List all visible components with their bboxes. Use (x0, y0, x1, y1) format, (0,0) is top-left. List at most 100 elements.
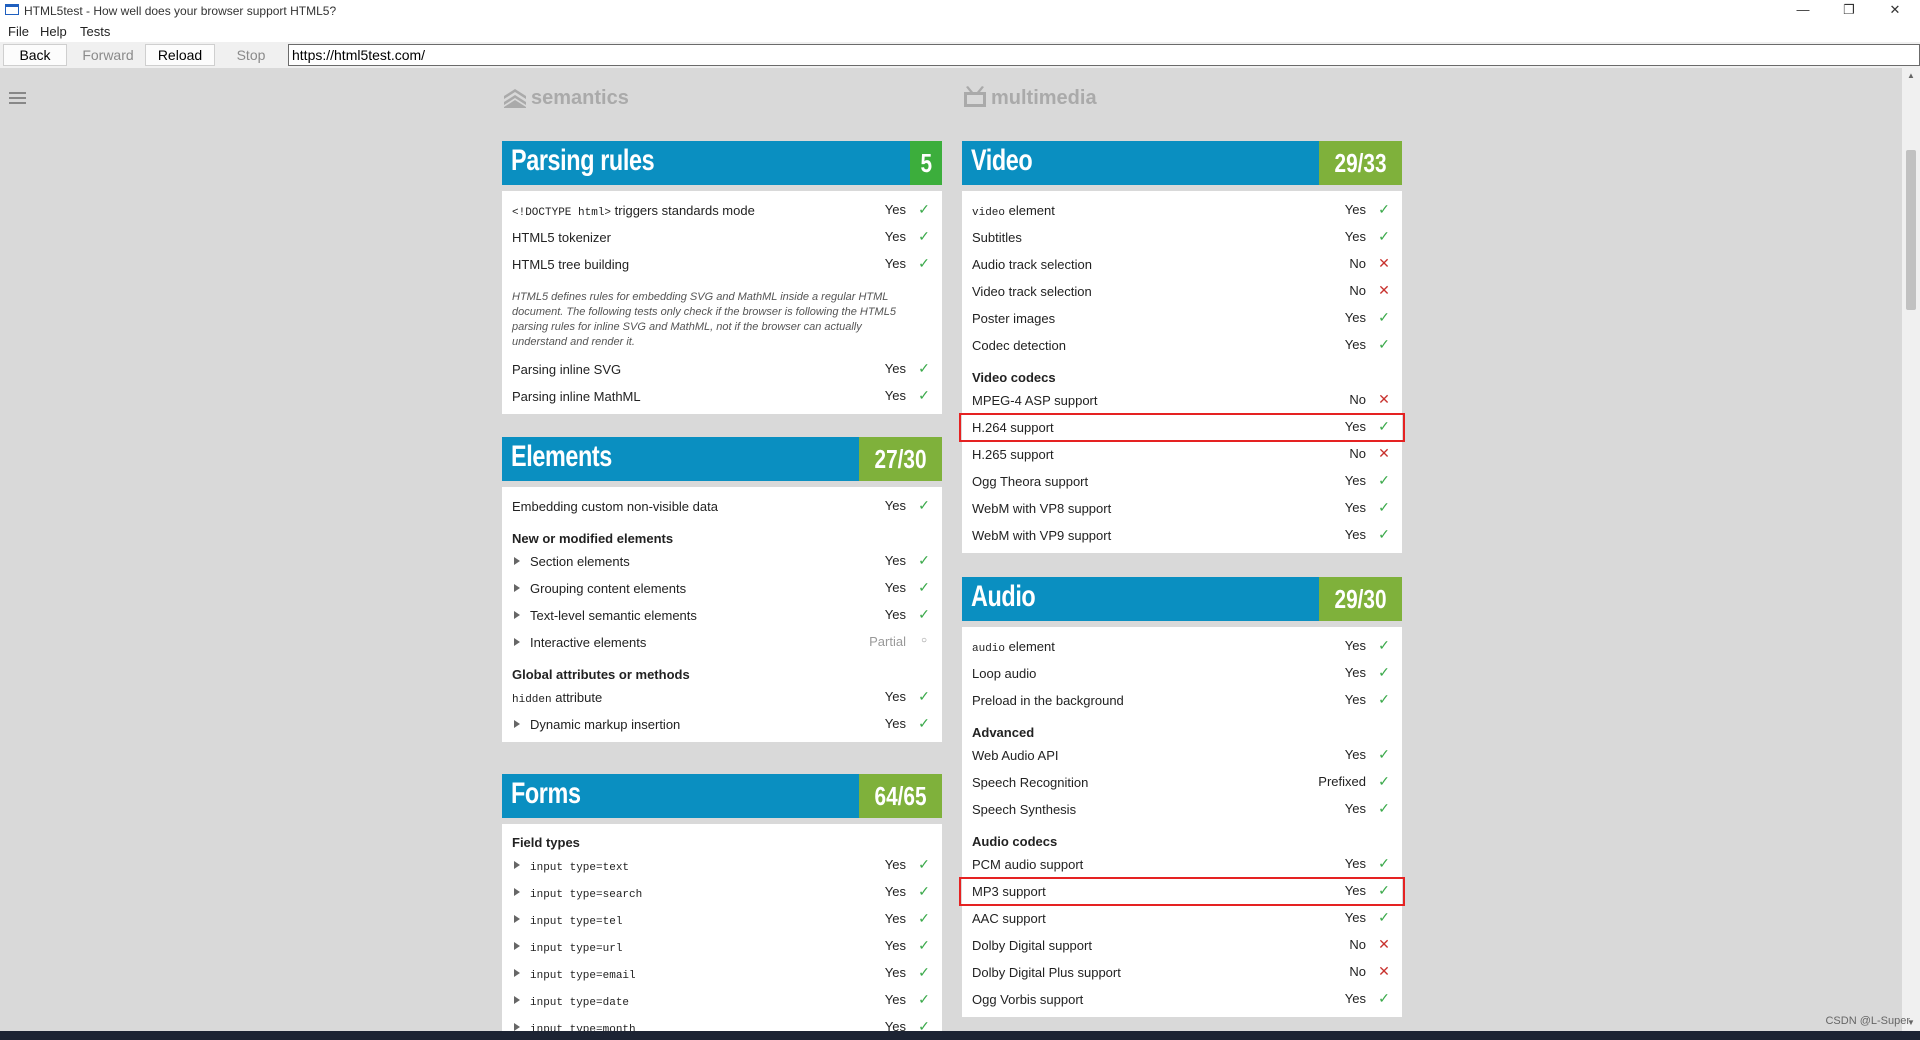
section-title: Audio (971, 580, 1036, 613)
menu-help[interactable]: Help (40, 24, 67, 39)
test-result: Yes (884, 202, 906, 217)
section-title: Elements (511, 440, 612, 473)
semantics-icon (504, 89, 526, 108)
test-label: Preload in the background (972, 693, 1124, 708)
category-multimedia: multimedia (962, 68, 1402, 109)
test-code: input type=url (530, 943, 623, 955)
test-text: H.265 support (972, 447, 1054, 462)
test-row[interactable]: Section elements Yes ✓ (502, 548, 942, 575)
check-icon: ✓ (918, 1018, 930, 1031)
test-row[interactable]: Grouping content elements Yes ✓ (502, 575, 942, 602)
subsection-heading-text: New or modified elements (512, 531, 674, 546)
section-body: audio element Yes ✓ Loop audio Yes ✓ Preload i… (959, 627, 1405, 1017)
test-label: MPEG-4 ASP support (972, 393, 1098, 408)
test-row[interactable]: input type=date Yes ✓ (502, 987, 942, 1014)
expand-arrow-icon[interactable] (514, 584, 520, 592)
section-title: Video (971, 144, 1033, 177)
scroll-up-icon[interactable]: ▲ (1902, 68, 1920, 84)
test-row: Speech Recognition Prefixed ✓ (962, 769, 1402, 796)
test-result: Yes (1344, 991, 1366, 1006)
check-icon: ✓ (918, 715, 930, 731)
test-result: Yes (1344, 527, 1366, 542)
expand-arrow-icon[interactable] (514, 720, 520, 728)
section-forms: Forms 64/65 Field types input type=text Ye… (502, 774, 942, 1031)
test-row[interactable]: Interactive elements Partial ○ (502, 629, 942, 656)
test-label: Ogg Theora support (972, 474, 1088, 489)
forward-button[interactable]: Forward (72, 44, 144, 66)
stop-button[interactable]: Stop (216, 44, 286, 66)
subsection-heading-text: Field types (512, 835, 580, 850)
test-label: audio element (972, 639, 1055, 655)
test-label: hidden attribute (512, 690, 602, 706)
test-row[interactable]: input type=text Yes ✓ (502, 852, 942, 879)
expand-arrow-icon[interactable] (514, 861, 520, 869)
menu-file[interactable]: File (8, 24, 29, 39)
test-row[interactable]: Dynamic markup insertion Yes ✓ (502, 711, 942, 738)
scroll-thumb[interactable] (1906, 150, 1916, 310)
test-result: Yes (884, 580, 906, 595)
test-row: Audio track selection No ✕ (962, 251, 1402, 278)
test-row: Dolby Digital support No ✕ (962, 932, 1402, 959)
reload-button[interactable]: Reload (145, 44, 215, 66)
hamburger-menu-icon[interactable] (9, 92, 26, 105)
expand-arrow-icon[interactable] (514, 611, 520, 619)
test-label: Embedding custom non-visible data (512, 499, 718, 514)
section-header: Elements 27/30 (502, 437, 942, 481)
test-text: WebM with VP9 support (972, 528, 1112, 543)
maximize-button[interactable]: ❐ (1826, 0, 1872, 21)
test-result: Yes (884, 689, 906, 704)
expand-arrow-icon[interactable] (514, 996, 520, 1004)
test-label: MP3 support (972, 884, 1046, 899)
test-row[interactable]: Text-level semantic elements Yes ✓ (502, 602, 942, 629)
expand-arrow-icon[interactable] (514, 888, 520, 896)
test-code: input type=date (530, 997, 630, 1009)
test-label: Dolby Digital support (972, 938, 1092, 953)
browser-window: HTML5test - How well does your browser s… (0, 0, 1920, 1040)
cross-icon: ✕ (1378, 255, 1390, 271)
section-header: Parsing rules 5 (502, 141, 942, 185)
test-label: WebM with VP8 support (972, 501, 1111, 516)
expand-arrow-icon[interactable] (514, 557, 520, 565)
test-text: H.264 support (972, 420, 1054, 435)
section-header: Audio 29/30 (962, 577, 1402, 621)
test-label: Speech Recognition (972, 775, 1088, 790)
test-row[interactable]: input type=month Yes ✓ (502, 1014, 942, 1031)
navigation-bar: Back Forward Reload Stop https://html5te… (0, 42, 1920, 68)
expand-arrow-icon[interactable] (514, 942, 520, 950)
section-score: 64/65 (858, 774, 942, 818)
test-row[interactable]: input type=email Yes ✓ (502, 960, 942, 987)
section-header: Forms 64/65 (502, 774, 942, 818)
check-icon: ✓ (1378, 800, 1390, 816)
test-text: Subtitles (972, 230, 1022, 245)
close-button[interactable]: ✕ (1872, 0, 1918, 21)
test-text: Preload in the background (972, 693, 1124, 708)
test-result: Yes (1344, 801, 1366, 816)
expand-arrow-icon[interactable] (514, 1023, 520, 1031)
section-title: Parsing rules (511, 144, 655, 177)
page-content: semantics Parsing rules 5 <!DOCTYPE html… (0, 68, 1902, 1031)
expand-arrow-icon[interactable] (514, 969, 520, 977)
subsection-heading: New or modified elements (502, 520, 942, 548)
test-row: WebM with VP9 support Yes ✓ (962, 522, 1402, 549)
test-result: Yes (1344, 229, 1366, 244)
test-row: Loop audio Yes ✓ (962, 660, 1402, 687)
expand-arrow-icon[interactable] (514, 638, 520, 646)
cross-icon: ✕ (1378, 963, 1390, 979)
check-icon: ✓ (918, 991, 930, 1007)
test-result: Yes (884, 607, 906, 622)
test-text: Speech Synthesis (972, 802, 1077, 817)
test-row[interactable]: input type=url Yes ✓ (502, 933, 942, 960)
minimize-button[interactable]: — (1780, 0, 1826, 21)
test-row[interactable]: input type=tel Yes ✓ (502, 906, 942, 933)
back-button[interactable]: Back (3, 44, 67, 66)
expand-arrow-icon[interactable] (514, 915, 520, 923)
vertical-scrollbar[interactable]: ▲ ▼ (1902, 68, 1920, 1031)
test-result: Yes (884, 965, 906, 980)
menu-tests[interactable]: Tests (80, 24, 110, 39)
test-row: PCM audio support Yes ✓ (962, 851, 1402, 878)
url-input[interactable]: https://html5test.com/ (288, 44, 1920, 66)
test-row: HTML5 tree building Yes ✓ (502, 251, 942, 278)
test-row: Ogg Theora support Yes ✓ (962, 468, 1402, 495)
watermark: CSDN @L-Super (1825, 1015, 1910, 1027)
test-row[interactable]: input type=search Yes ✓ (502, 879, 942, 906)
